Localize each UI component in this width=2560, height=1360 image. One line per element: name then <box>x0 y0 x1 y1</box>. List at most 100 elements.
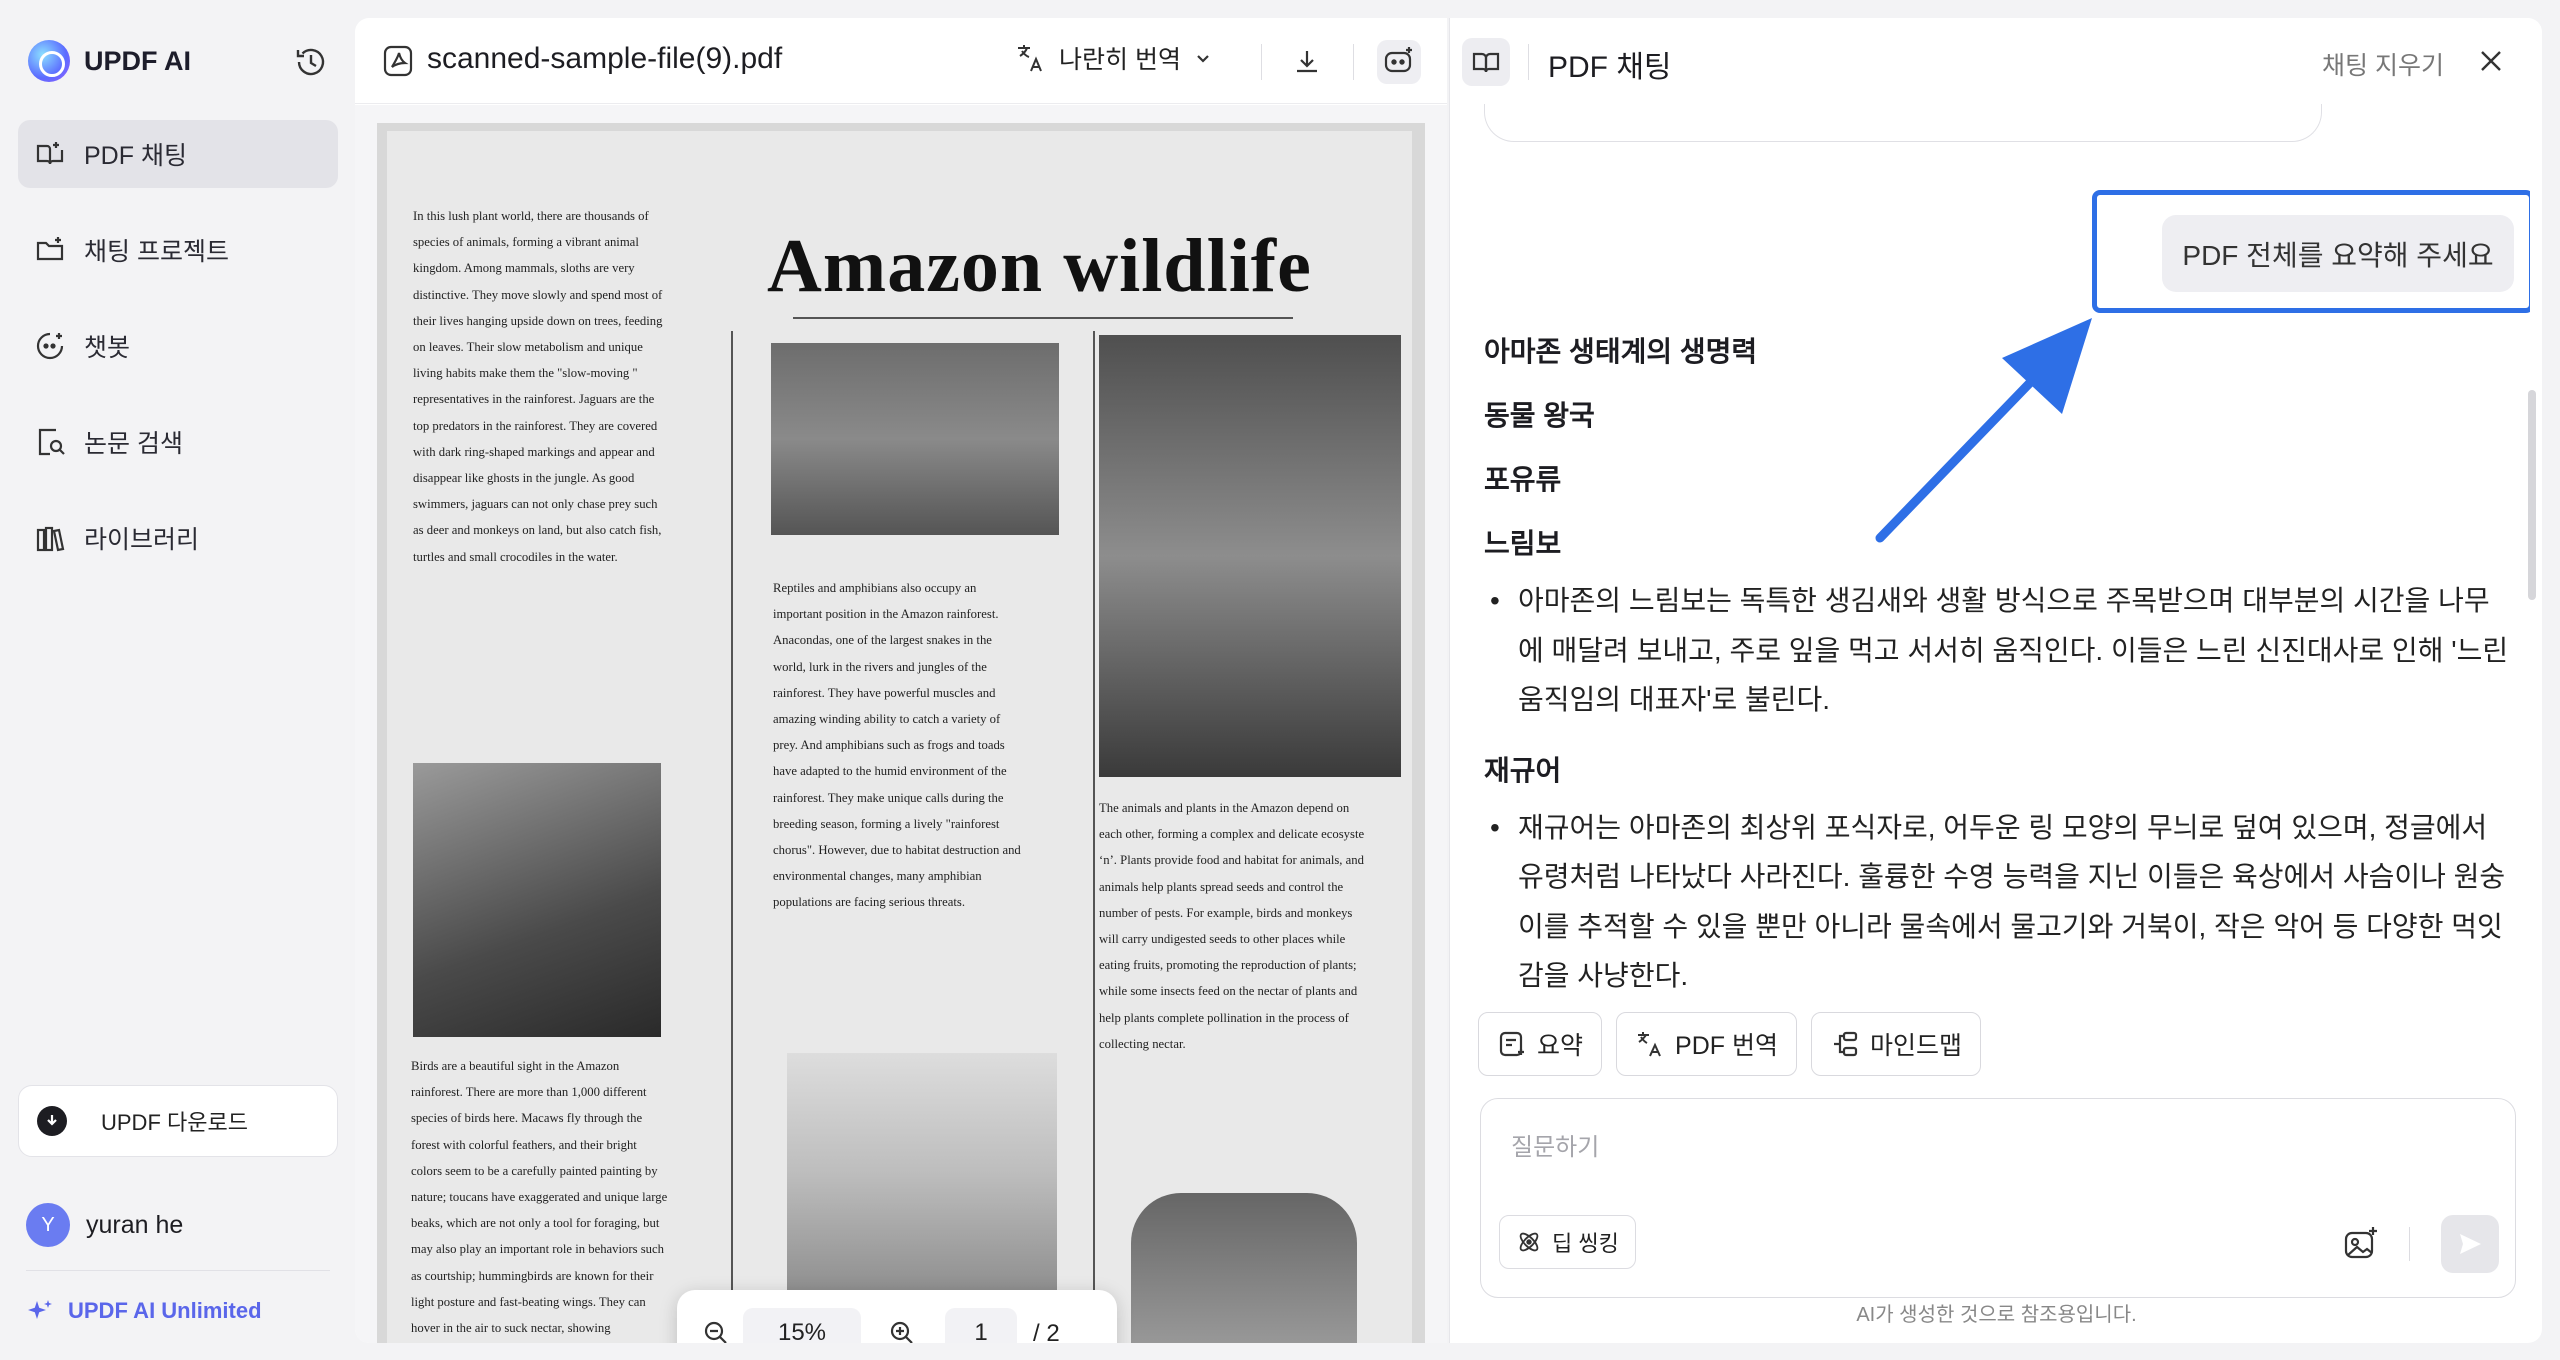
translate-icon <box>1018 45 1042 72</box>
reading-mode-button[interactable] <box>1462 38 1510 86</box>
answer-bullet: 아마존의 느림보는 독특한 생김새와 생활 방식으로 주목받으며 대부분의 시간… <box>1484 576 2514 725</box>
book-icon <box>1472 52 1500 73</box>
quick-action-label: 요약 <box>1537 1032 1584 1060</box>
sidebar-item-pdf-chat[interactable]: PDF 채팅 <box>18 120 338 188</box>
avatar: Y <box>26 1203 70 1247</box>
owl-photo <box>771 343 1059 535</box>
download-icon <box>1297 51 1317 73</box>
title-rule <box>793 317 1293 319</box>
ai-chat-toggle-button[interactable] <box>1377 40 1421 84</box>
column-rule <box>1093 331 1095 1343</box>
sidebar-item-label: 논문 검색 <box>84 430 183 458</box>
zoom-out-button[interactable] <box>697 1314 735 1343</box>
side-by-side-translate-dropdown[interactable]: 나란히 번역 <box>1015 40 1213 76</box>
user-profile[interactable]: Y yuran he <box>26 1203 183 1247</box>
magazine-title: Amazon wildlife <box>767 224 1312 308</box>
download-button[interactable] <box>1285 40 1329 84</box>
user-message: PDF 전체를 요약해 주세요 <box>2162 215 2514 292</box>
ai-answer: 아마존 생태계의 생명력 동물 왕국 포유류 느림보 아마존의 느림보는 독특한… <box>1484 320 2514 1012</box>
zoom-in-button[interactable] <box>883 1314 921 1343</box>
chevron-down-icon <box>1197 55 1209 63</box>
sidebar: UPDF AI PDF 채팅 채팅 프로젝트 챗봇 논문 검색 라이브러리 UP… <box>0 0 355 1360</box>
divider <box>1261 44 1262 80</box>
updf-logo-icon <box>28 40 70 82</box>
download-icon <box>37 1106 67 1136</box>
deep-thinking-toggle[interactable]: 딥 씽킹 <box>1499 1215 1636 1269</box>
chat-header: PDF 채팅 채팅 지우기 <box>1450 18 2542 104</box>
pdf-file-icon <box>383 45 413 77</box>
scrollbar[interactable] <box>2528 390 2536 600</box>
summary-button[interactable]: 요약 <box>1478 1012 1603 1076</box>
article-column-1: In this lush plant world, there are thou… <box>413 209 663 564</box>
mindmap-button[interactable]: 마인드맵 <box>1810 1012 1981 1076</box>
document-panel: scanned-sample-file(9).pdf 나란히 번역 In thi… <box>355 18 1447 1343</box>
plan-label: UPDF AI Unlimited <box>68 1298 262 1323</box>
close-icon <box>2481 51 2501 71</box>
divider <box>26 1270 330 1271</box>
chat-input[interactable]: 질문하기 <box>1511 1127 1599 1162</box>
divider <box>1528 44 1529 80</box>
answer-heading: 동물 왕국 <box>1484 400 1595 431</box>
summary-icon <box>1499 1031 1524 1057</box>
sidebar-item-paper-search[interactable]: 논문 검색 <box>18 408 338 476</box>
chat-input-box[interactable]: 질문하기 딥 씽킹 <box>1480 1098 2516 1298</box>
sparkle-icon <box>28 1300 52 1319</box>
zoom-level[interactable]: 15% <box>743 1308 861 1343</box>
answer-heading: 포유류 <box>1484 464 1562 495</box>
article-column-1b: Birds are a beautiful sight in the Amazo… <box>411 1059 668 1336</box>
divider <box>1353 44 1354 80</box>
history-icon[interactable] <box>293 44 329 80</box>
mindmap-icon <box>1833 1031 1858 1057</box>
sidebar-item-label: PDF 채팅 <box>84 142 187 170</box>
sidebar-nav: PDF 채팅 채팅 프로젝트 챗봇 논문 검색 라이브러리 <box>18 120 338 600</box>
pdf-page: In this lush plant world, there are thou… <box>377 123 1425 1343</box>
user-name: yuran he <box>86 1210 184 1239</box>
folder-plus-icon <box>36 237 64 261</box>
sidebar-item-chat-project[interactable]: 채팅 프로젝트 <box>18 216 338 284</box>
chat-title: PDF 채팅 <box>1548 51 1672 84</box>
chat-panel: PDF 채팅 채팅 지우기 PDF 전체를 요약해 주세요 아마존 생태계의 생… <box>1449 18 2542 1343</box>
zoom-in-icon <box>890 1321 913 1343</box>
brand-name: UPDF AI <box>84 45 191 76</box>
quick-action-label: PDF 번역 <box>1675 1032 1778 1060</box>
pdf-viewer[interactable]: In this lush plant world, there are thou… <box>355 105 1447 1343</box>
answer-heading: 아마존 생태계의 생명력 <box>1484 336 1758 367</box>
document-header: scanned-sample-file(9).pdf 나란히 번역 <box>355 18 1447 104</box>
close-button[interactable] <box>2474 44 2508 78</box>
previous-message-bubble <box>1484 104 2322 142</box>
plan-link[interactable]: UPDF AI Unlimited <box>26 1297 262 1325</box>
frog-photo <box>1099 335 1401 777</box>
deep-thinking-label: 딥 씽킹 <box>1552 1231 1619 1256</box>
quick-action-label: 마인드맵 <box>1869 1032 1962 1060</box>
translate-label: 나란히 번역 <box>1059 46 1181 74</box>
send-button[interactable] <box>2441 1215 2499 1273</box>
bot-icon <box>36 332 64 360</box>
answer-bullet: 재규어는 아마존의 최상위 포식자로, 어두운 링 모양의 무늬로 덮여 있으며… <box>1484 803 2514 1001</box>
zoom-toolbar: 15% 1 / 2 <box>677 1290 1117 1343</box>
chat-book-icon <box>36 142 64 165</box>
divider <box>2409 1227 2410 1261</box>
article-column-3: The animals and plants in the Amazon dep… <box>1099 801 1365 1051</box>
sidebar-item-chatbot[interactable]: 챗봇 <box>18 312 338 380</box>
atom-icon <box>1519 1232 1539 1252</box>
flamingo-photo <box>413 763 661 1037</box>
magazine-page: In this lush plant world, there are thou… <box>387 131 1412 1343</box>
download-button[interactable]: UPDF 다운로드 <box>18 1085 338 1157</box>
translate-icon <box>1638 1032 1661 1057</box>
file-name: scanned-sample-file(9).pdf <box>427 42 783 75</box>
add-image-icon[interactable] <box>2341 1223 2381 1263</box>
brand: UPDF AI <box>28 40 191 82</box>
chat-scroll-area[interactable]: PDF 전체를 요약해 주세요 아마존 생태계의 생명력 동물 왕국 포유류 느… <box>1450 104 2530 1012</box>
sidebar-item-library[interactable]: 라이브러리 <box>18 504 338 572</box>
send-icon <box>2460 1234 2481 1254</box>
page-number-input[interactable]: 1 <box>945 1308 1017 1343</box>
pdf-translate-button[interactable]: PDF 번역 <box>1616 1012 1797 1076</box>
ai-disclaimer: AI가 생성한 것으로 참조용입니다. <box>1856 1304 2137 1326</box>
answer-heading: 재규어 <box>1484 754 1562 786</box>
column-rule <box>731 331 733 1343</box>
article-column-2: Reptiles and amphibians also occupy an i… <box>773 581 1021 910</box>
sidebar-item-label: 챗봇 <box>84 334 131 362</box>
paper-search-icon <box>38 428 65 456</box>
clear-chat-button[interactable]: 채팅 지우기 <box>2322 46 2444 82</box>
ai-chat-icon <box>1384 47 1412 73</box>
